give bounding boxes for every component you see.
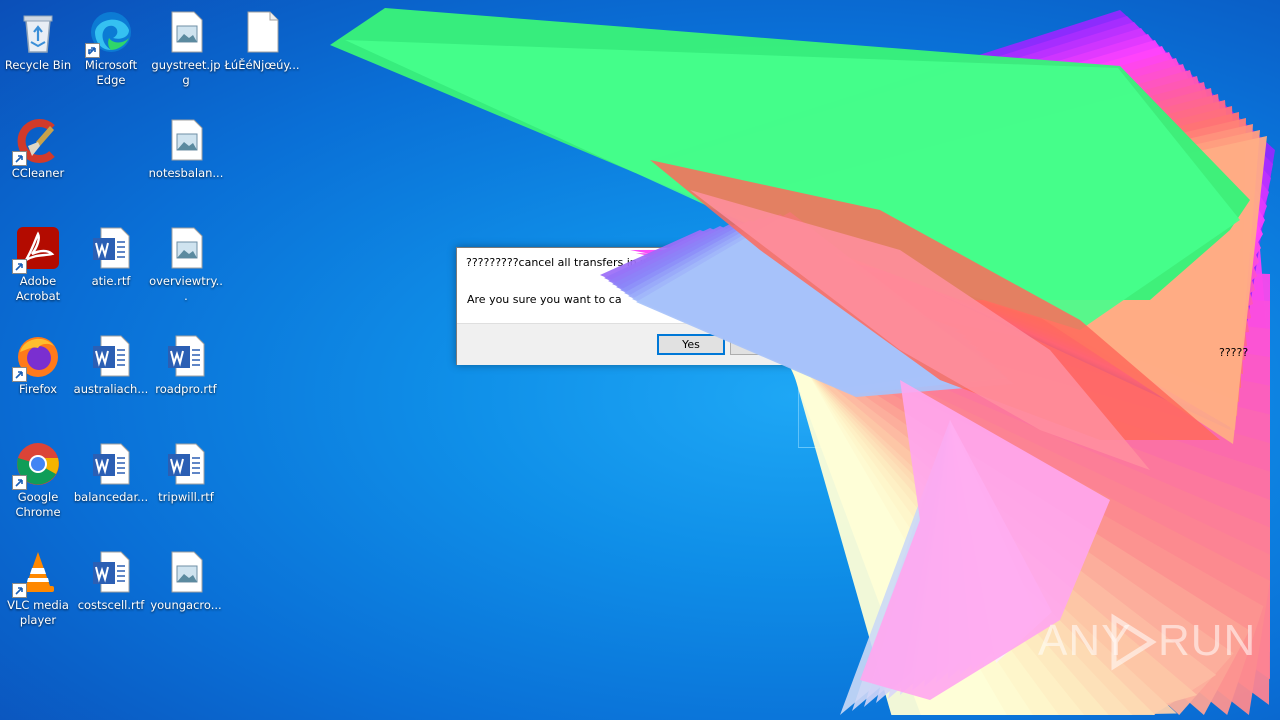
word-doc-icon xyxy=(87,548,135,596)
shortcut-arrow-icon xyxy=(12,583,27,598)
firefox-icon xyxy=(12,332,62,382)
desktop-icon-label: youngacro... xyxy=(150,598,222,612)
desktop-icon-label: guystreet.jpg xyxy=(151,58,221,87)
desktop-icon-recycle-bin[interactable]: Recycle Bin xyxy=(0,2,76,102)
recycle-bin-icon xyxy=(14,8,62,56)
anyrun-watermark: ANY RUN xyxy=(1038,612,1255,672)
desktop-icon-label: costscell.rtf xyxy=(77,598,145,612)
glitch-shard xyxy=(752,112,1241,388)
confirm-cancel-transfers-dialog: ?????????cancel all transfers in w Are y… xyxy=(456,247,810,365)
word-doc-icon xyxy=(87,440,135,488)
image-file-icon xyxy=(162,8,210,56)
desktop-icon-google-chrome[interactable]: Google Chrome xyxy=(0,434,76,534)
desktop-icon-overviewtry[interactable]: overviewtry... xyxy=(148,218,224,318)
glitch-shard xyxy=(950,420,1052,663)
glitch-shard xyxy=(950,420,1038,667)
glitch-shard xyxy=(734,94,1247,346)
no-button[interactable] xyxy=(730,334,796,355)
desktop-icon-unnamed-file[interactable]: ŁúĚéNjœúy... xyxy=(224,2,300,102)
shortcut-arrow-icon xyxy=(12,259,27,274)
windows-logo-pane xyxy=(798,366,898,448)
desktop-icon-label: notesbalan... xyxy=(148,166,224,180)
desktop-icon-label: roadpro.rtf xyxy=(155,382,217,396)
acrobat-icon xyxy=(12,224,62,274)
image-file-icon xyxy=(162,116,210,164)
shortcut-arrow-icon xyxy=(85,43,100,58)
desktop-icon-label: overviewtry... xyxy=(149,274,223,303)
desktop-icon-label: ŁúĚéNjœúy... xyxy=(224,58,300,72)
shortcut-arrow-icon xyxy=(12,475,27,490)
word-doc-icon xyxy=(162,332,210,380)
dialog-title: ?????????cancel all transfers in w xyxy=(466,256,650,269)
desktop-icon-ccleaner[interactable]: CCleaner xyxy=(0,110,76,210)
desktop-background: Recycle Bin Microsoft Edge guystreet.jpg xyxy=(0,0,1280,720)
desktop-icon-label: tripwill.rtf xyxy=(158,490,214,504)
desktop-icon-notesbalan[interactable]: notesbalan... xyxy=(148,110,224,210)
desktop-icon-costscell[interactable]: costscell.rtf xyxy=(73,542,149,642)
glitch-shard xyxy=(746,106,1243,374)
desktop-icon-tripwill[interactable]: tripwill.rtf xyxy=(148,434,224,534)
desktop-icon-label: Google Chrome xyxy=(15,490,61,519)
dialog-button-bar: Yes xyxy=(457,323,809,365)
ccleaner-icon xyxy=(12,116,62,166)
windows-logo-pane xyxy=(900,368,962,464)
desktop-icon-australiach[interactable]: australiach... xyxy=(73,326,149,426)
word-doc-icon xyxy=(87,332,135,380)
desktop-icon-atie-rtf[interactable]: atie.rtf xyxy=(73,218,149,318)
image-file-icon xyxy=(162,224,210,272)
image-file-icon xyxy=(162,548,210,596)
desktop-icon-label: Adobe Acrobat xyxy=(15,274,61,303)
desktop-icon-label: atie.rtf xyxy=(91,274,131,288)
shortcut-arrow-icon xyxy=(12,367,27,382)
desktop-icon-label: CCleaner xyxy=(11,166,65,180)
edge-icon xyxy=(85,8,135,58)
glitch-shard xyxy=(650,10,1275,430)
play-triangle-icon xyxy=(1111,613,1157,671)
watermark-right-text: RUN xyxy=(1158,616,1257,665)
desktop-icon-balancedar[interactable]: balancedar... xyxy=(73,434,149,534)
word-doc-icon xyxy=(87,224,135,272)
desktop-icon-firefox[interactable]: Firefox xyxy=(0,326,76,426)
glitch-shard xyxy=(840,420,950,715)
desktop-icon-roadpro[interactable]: roadpro.rtf xyxy=(148,326,224,426)
yes-button[interactable]: Yes xyxy=(657,334,725,355)
stray-glitch-text: ????? xyxy=(1219,346,1249,359)
shortcut-arrow-icon xyxy=(12,151,27,166)
desktop-icon-vlc[interactable]: VLC media player xyxy=(0,542,76,642)
desktop-icon-label: Recycle Bin xyxy=(4,58,72,72)
desktop-icon-label: VLC media player xyxy=(7,598,69,627)
desktop-icon-guystreet[interactable]: guystreet.jpg xyxy=(148,2,224,102)
desktop-icon-microsoft-edge[interactable]: Microsoft Edge xyxy=(73,2,149,102)
desktop-icon-label: Microsoft Edge xyxy=(84,58,138,87)
word-doc-icon xyxy=(162,440,210,488)
vlc-icon xyxy=(12,548,62,598)
glitch-shard xyxy=(758,118,1246,402)
blank-file-icon xyxy=(238,8,286,56)
desktop-icon-label: Firefox xyxy=(18,382,58,396)
chrome-icon xyxy=(12,440,62,490)
glitch-shard xyxy=(740,100,1245,360)
desktop-icon-label: australiach... xyxy=(73,382,149,396)
desktop-icon-youngacro[interactable]: youngacro... xyxy=(148,542,224,642)
dialog-message: Are you sure you want to ca xyxy=(467,293,622,306)
desktop-icon-adobe-acrobat[interactable]: Adobe Acrobat xyxy=(0,218,76,318)
desktop-icon-label: balancedar... xyxy=(73,490,149,504)
